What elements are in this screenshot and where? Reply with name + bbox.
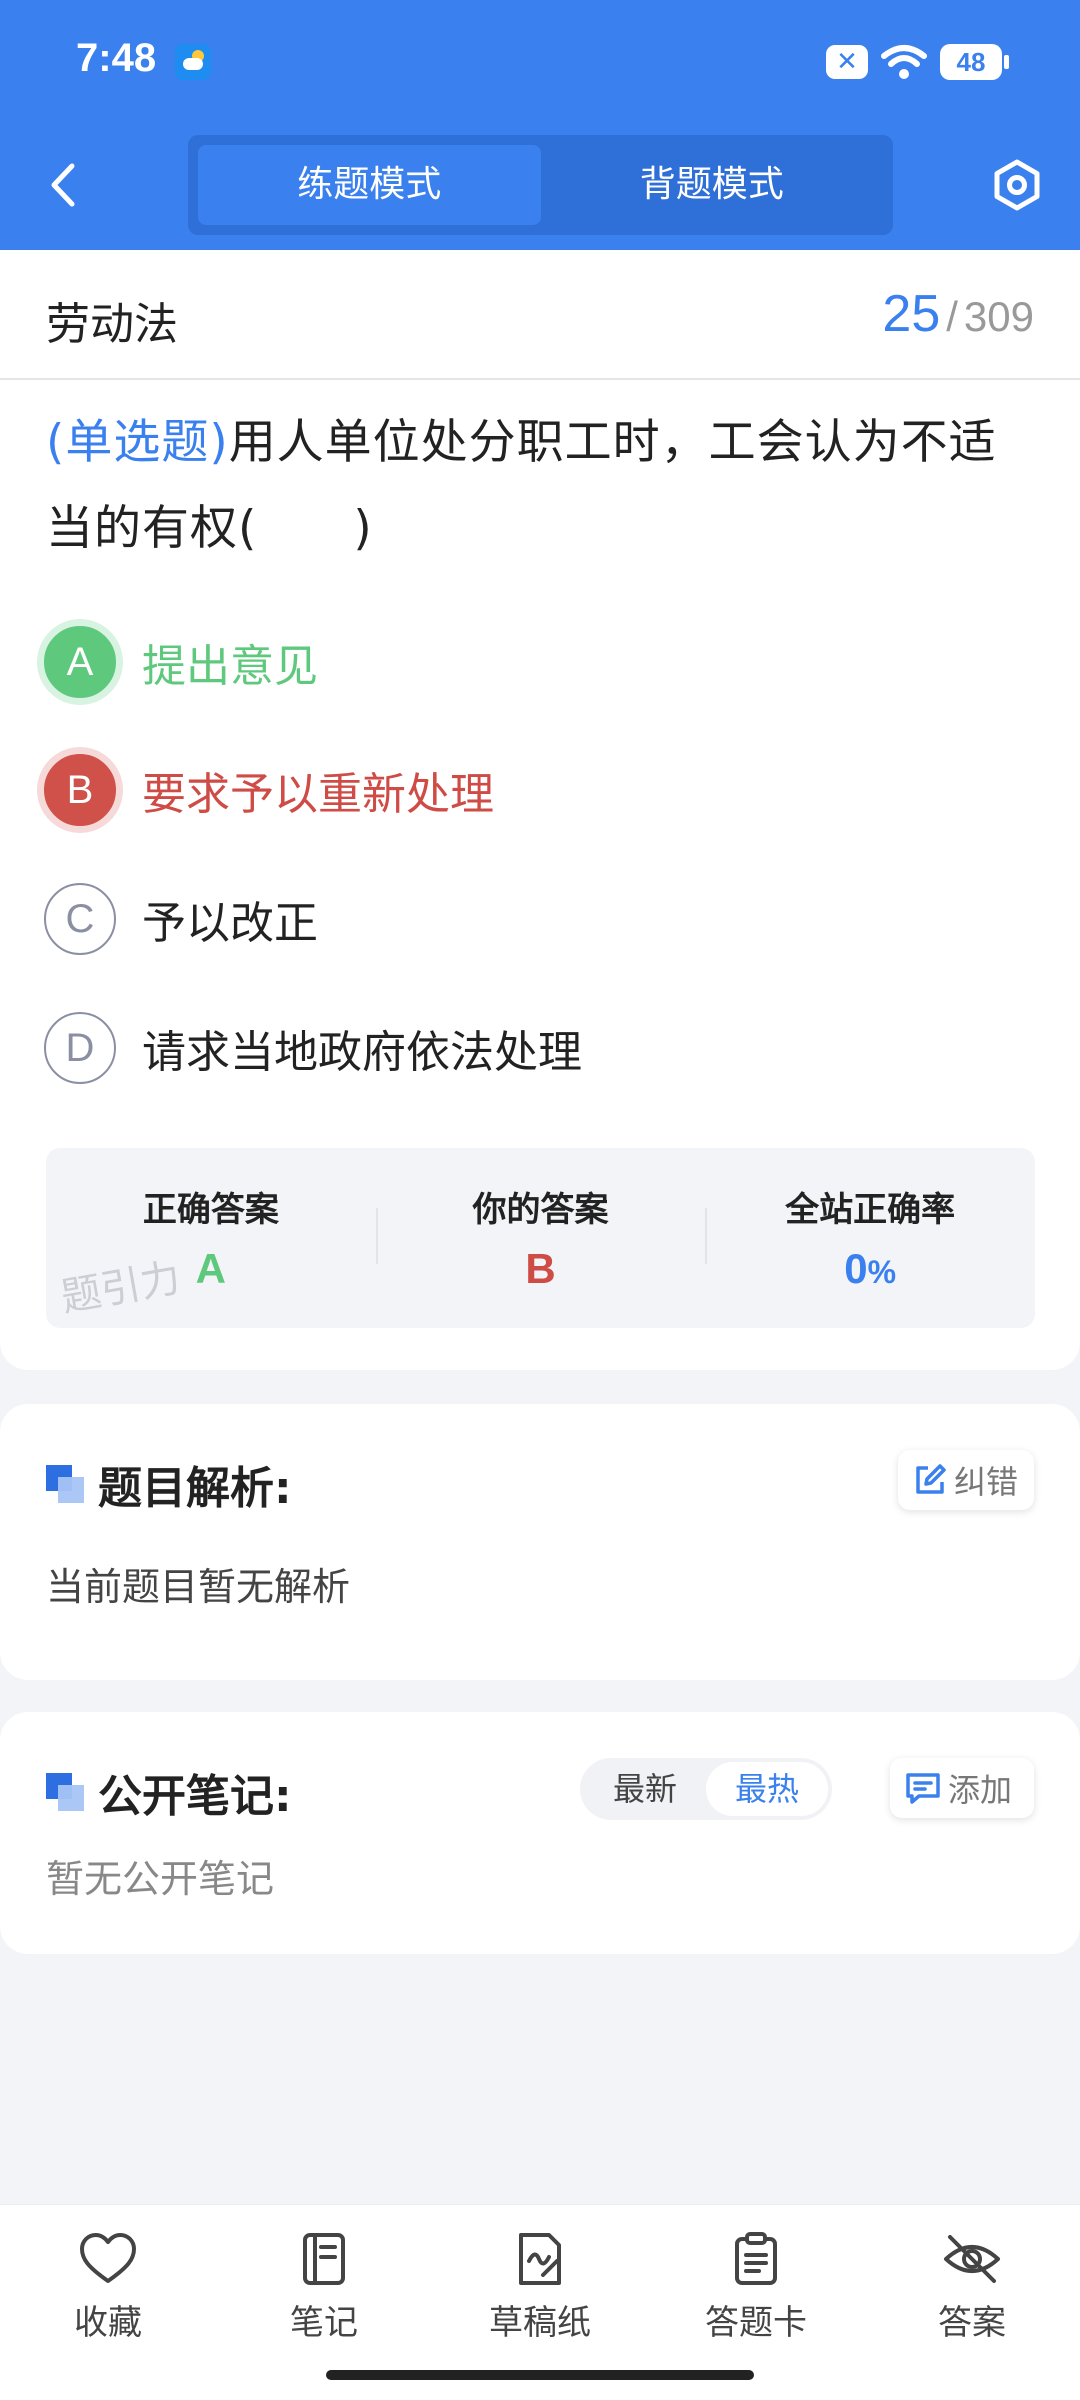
eye-off-icon: [944, 2235, 1000, 2283]
section-square-icon: [46, 1773, 84, 1811]
edit-icon: [916, 1464, 946, 1494]
option-b-text: 要求予以重新处理: [142, 769, 494, 820]
analysis-heading: 题目解析:: [46, 1452, 292, 1516]
analysis-title: 题目解析:: [98, 1463, 292, 1514]
progress-separator: /: [946, 293, 958, 340]
option-c-text: 予以改正: [142, 898, 318, 949]
option-b-letter: B: [44, 754, 116, 826]
sort-latest[interactable]: 最新: [584, 1762, 706, 1816]
accuracy-col: 全站正确率 0%: [705, 1148, 1035, 1328]
nav-notes-label: 笔记: [290, 2303, 358, 2343]
option-a[interactable]: A 提出意见: [44, 622, 1004, 702]
correct-answer-label: 正确答案: [142, 1190, 279, 1230]
tab-memorize-mode[interactable]: 背题模式: [541, 145, 884, 225]
analysis-card: 题目解析: 纠错 当前题目暂无解析: [0, 1404, 1080, 1680]
option-b[interactable]: B 要求予以重新处理: [44, 750, 1004, 830]
nav-answer-card-label: 答题卡: [705, 2303, 807, 2343]
heart-icon: [80, 2233, 136, 2283]
section-square-icon: [46, 1465, 84, 1503]
option-d-text: 请求当地政府依法处理: [142, 1027, 582, 1078]
option-a-letter: A: [44, 626, 116, 698]
status-time: 7:48: [76, 36, 157, 80]
comment-icon: [906, 1773, 940, 1804]
accuracy-label: 全站正确率: [785, 1190, 956, 1230]
option-d[interactable]: D 请求当地政府依法处理: [44, 1008, 1004, 1088]
accuracy-number: 0: [844, 1245, 868, 1292]
option-c-letter: C: [44, 883, 116, 955]
wifi-icon: [881, 45, 927, 79]
home-indicator[interactable]: [326, 2370, 754, 2380]
tab-practice-mode[interactable]: 练题模式: [198, 145, 541, 225]
notes-body: 暂无公开笔记: [46, 1857, 275, 1901]
question-progress: 25/309: [882, 284, 1034, 344]
answer-result-panel: 正确答案 A 你的答案 B 全站正确率 0%: [46, 1148, 1035, 1328]
subject-title: 劳动法: [46, 299, 178, 350]
draft-paper-icon: [519, 2233, 561, 2285]
add-note-button[interactable]: 添加: [890, 1758, 1034, 1818]
analysis-body: 当前题目暂无解析: [46, 1565, 351, 1609]
notebook-icon: [303, 2233, 345, 2285]
your-answer-value: B: [525, 1245, 556, 1292]
option-c[interactable]: C 予以改正: [44, 879, 1004, 959]
nav-favorite[interactable]: 收藏: [0, 2205, 216, 2400]
question-type: (单选题): [46, 415, 229, 470]
your-answer-label: 你的答案: [472, 1190, 609, 1230]
weather-icon: [175, 44, 211, 80]
subject-row: 劳动法 25/309: [0, 250, 1080, 380]
notes-card: 公开笔记: 最新 最热 添加 暂无公开笔记: [0, 1712, 1080, 1954]
status-bar: 7:48 ✕ 48: [0, 0, 1080, 125]
add-note-label: 添加: [948, 1771, 1013, 1809]
sort-hot[interactable]: 最热: [706, 1762, 828, 1816]
accuracy-unit: %: [867, 1254, 897, 1290]
notes-title: 公开笔记:: [98, 1771, 292, 1822]
accuracy-value: 0%: [705, 1245, 1035, 1293]
close-badge-icon: ✕: [826, 45, 868, 79]
option-d-letter: D: [44, 1012, 116, 1084]
progress-current: 25: [882, 285, 941, 343]
report-error-label: 纠错: [954, 1463, 1019, 1501]
notes-sort-toggle: 最新 最热: [580, 1758, 832, 1820]
notes-heading: 公开笔记:: [46, 1760, 292, 1824]
progress-total: 309: [963, 293, 1034, 340]
nav-draft-paper-label: 草稿纸: [489, 2303, 591, 2343]
top-bar: 7:48 ✕ 48 练题模式 背题模式: [0, 0, 1080, 250]
mode-switch: 练题模式 背题模式: [188, 135, 893, 235]
settings-hexagon-icon[interactable]: [990, 158, 1044, 212]
option-a-text: 提出意见: [142, 641, 318, 692]
answer-card-icon: [735, 2232, 777, 2285]
your-answer-col: 你的答案 B: [375, 1148, 706, 1328]
nav-favorite-label: 收藏: [74, 2303, 142, 2343]
report-error-button[interactable]: 纠错: [898, 1450, 1034, 1510]
nav-answer-label: 答案: [938, 2303, 1006, 2343]
back-arrow-icon[interactable]: [44, 160, 84, 210]
option-a[interactable]: [44, 490, 1004, 570]
nav-answer[interactable]: 答案: [864, 2205, 1080, 2400]
battery-indicator: 48: [940, 44, 1009, 80]
